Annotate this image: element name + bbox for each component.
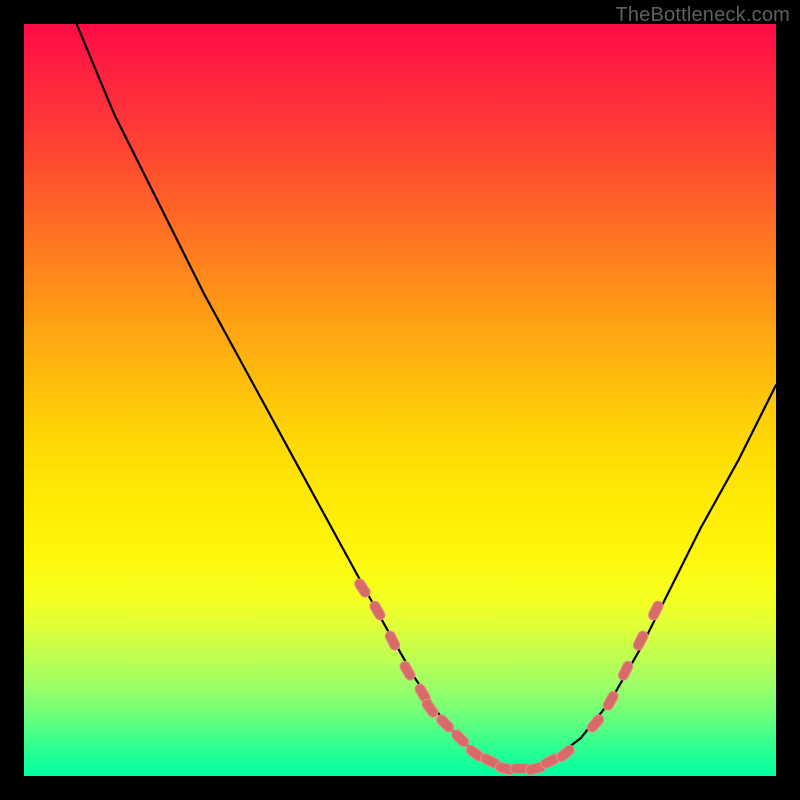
marker-point	[647, 599, 665, 621]
curve-line	[77, 24, 776, 769]
plot-area	[24, 24, 776, 776]
chart-svg	[24, 24, 776, 776]
marker-point	[585, 713, 606, 735]
marker-group	[353, 577, 665, 776]
marker-point	[555, 743, 577, 763]
marker-point	[420, 697, 440, 719]
marker-point	[353, 577, 372, 599]
marker-point	[601, 690, 620, 712]
marker-point	[368, 599, 387, 621]
marker-point	[632, 629, 650, 651]
outer-frame: TheBottleneck.com	[0, 0, 800, 800]
marker-point	[384, 629, 402, 651]
marker-point	[434, 713, 455, 734]
marker-point	[398, 660, 417, 682]
marker-point	[450, 728, 471, 749]
marker-point	[617, 660, 635, 682]
